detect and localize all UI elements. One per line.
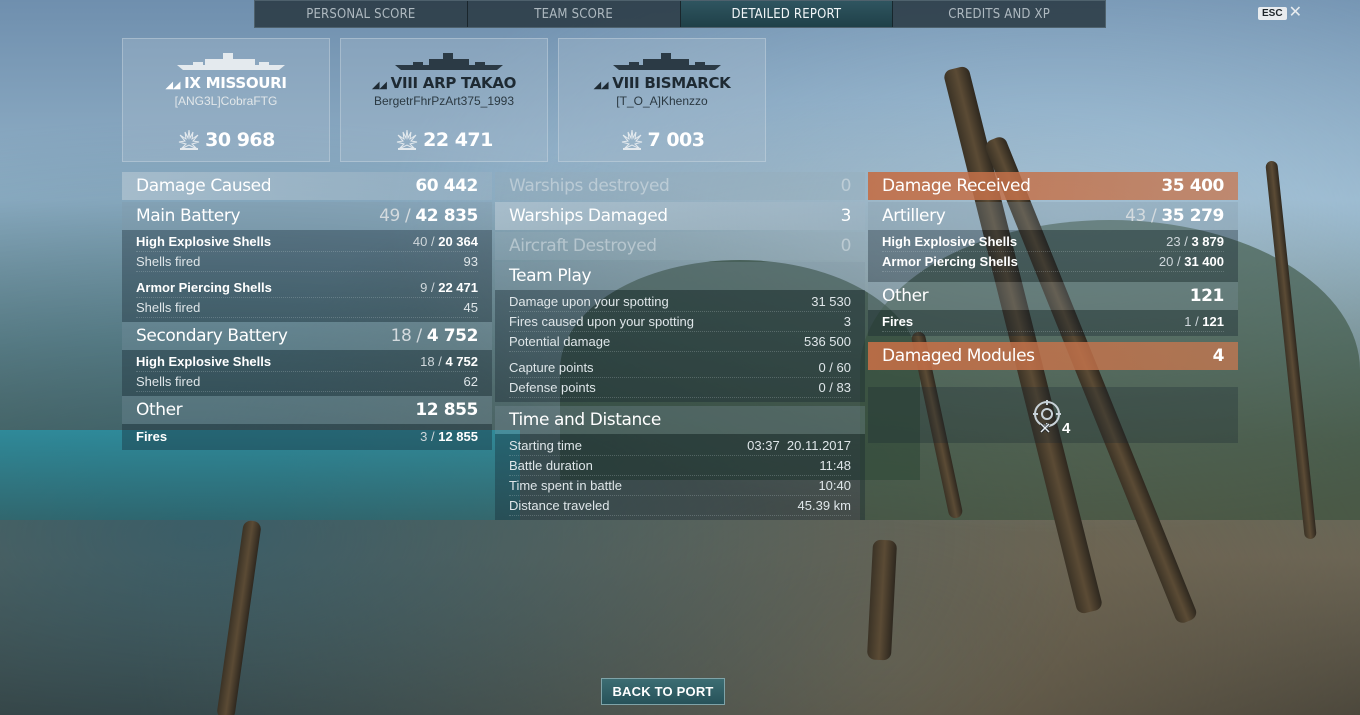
time-distance-details: Starting time 03:37 20.11.2017 Battle dur… bbox=[495, 434, 865, 520]
player-name: [ANG3L]CobraFTG bbox=[174, 94, 278, 108]
stat-row: Armor Piercing Shells 20 / 31 400 bbox=[882, 252, 1224, 272]
damage-received-panel: Damage Received 35 400 Artillery 43 / 35 … bbox=[868, 172, 1238, 370]
stat-row: Damage upon your spotting 31 530 bbox=[509, 292, 851, 312]
stat-row: High Explosive Shells 40 / 20 364 bbox=[136, 232, 478, 252]
stat-row: Starting time 03:37 20.11.2017 bbox=[509, 436, 851, 456]
other-header: Other 12 855 bbox=[122, 396, 492, 424]
close-icon: ✕ bbox=[1288, 4, 1302, 21]
team-play-details: Damage upon your spotting 31 530 Fires ca… bbox=[495, 290, 865, 402]
stat-row: Battle duration 11:48 bbox=[509, 456, 851, 476]
ship-name: ◢◢ IX MISSOURI bbox=[165, 74, 287, 92]
warships-damaged-header: Warships Damaged 3 bbox=[495, 202, 865, 230]
damaged-module-count: 4 bbox=[1062, 420, 1071, 437]
other-received-details: Fires 1 / 121 bbox=[868, 310, 1238, 336]
ship-silhouette-icon bbox=[177, 53, 285, 70]
main-battery-details: High Explosive Shells 40 / 20 364 Shells… bbox=[122, 230, 492, 322]
other-received-header: Other 121 bbox=[868, 282, 1238, 310]
damaged-modules-header: Damaged Modules 4 bbox=[868, 342, 1238, 370]
ship-score: 7 003 bbox=[559, 128, 765, 152]
ship-name: ◢◢ VIII BISMARCK bbox=[593, 74, 731, 92]
damage-burst-icon bbox=[397, 129, 418, 150]
secondary-battery-header: Secondary Battery 18 / 4 752 bbox=[122, 322, 492, 350]
ship-card-1: ◢◢ IX MISSOURI [ANG3L]CobraFTG 30 968 bbox=[122, 38, 330, 162]
stat-row: High Explosive Shells 18 / 4 752 bbox=[136, 352, 478, 372]
tab-credits-and-xp[interactable]: CREDITS AND XP bbox=[893, 1, 1105, 27]
stat-row: Time spent in battle 10:40 bbox=[509, 476, 851, 496]
stat-row: Shells fired 62 bbox=[136, 372, 478, 392]
time-distance-header: Time and Distance bbox=[495, 406, 865, 434]
damaged-module-icon bbox=[1033, 400, 1061, 434]
tab-team-score[interactable]: TEAM SCORE bbox=[468, 1, 681, 27]
tab-bar: PERSONAL SCORE TEAM SCORE DETAILED REPOR… bbox=[254, 0, 1106, 28]
ship-silhouette-icon bbox=[395, 53, 503, 70]
stat-row: Armor Piercing Shells 9 / 22 471 bbox=[136, 278, 478, 298]
warships-destroyed-header: Warships destroyed 0 bbox=[495, 172, 865, 200]
damage-caused-header: Damage Caused 60 442 bbox=[122, 172, 492, 200]
main-battery-header: Main Battery 49 / 42 835 bbox=[122, 202, 492, 230]
secondary-battery-details: High Explosive Shells 18 / 4 752 Shells … bbox=[122, 350, 492, 396]
damage-burst-icon bbox=[621, 129, 642, 150]
damage-received-header: Damage Received 35 400 bbox=[868, 172, 1238, 200]
ship-name: ◢◢ VIII ARP TAKAO bbox=[371, 74, 517, 92]
stat-row: Fires 1 / 121 bbox=[882, 312, 1224, 332]
stat-row: Distance traveled 45.39 km bbox=[509, 496, 851, 516]
stat-row: Shells fired 45 bbox=[136, 298, 478, 318]
player-name: BergetrFhrPzArt375_1993 bbox=[373, 94, 515, 108]
aircraft-destroyed-header: Aircraft Destroyed 0 bbox=[495, 232, 865, 260]
damage-burst-icon bbox=[179, 129, 200, 150]
artillery-details: High Explosive Shells 23 / 3 879 Armor P… bbox=[868, 230, 1238, 282]
summary-panel: Warships destroyed 0 Warships Damaged 3 Ai… bbox=[495, 172, 865, 520]
stat-row: Fires 3 / 12 855 bbox=[136, 428, 478, 444]
team-play-header: Team Play bbox=[495, 262, 865, 290]
esc-key-label: ESC bbox=[1258, 6, 1287, 20]
stat-row: Defense points 0 / 83 bbox=[509, 378, 851, 398]
player-name: [T_O_A]Khenzzo bbox=[616, 94, 708, 108]
stat-row: High Explosive Shells 23 / 3 879 bbox=[882, 232, 1224, 252]
damage-caused-panel: Damage Caused 60 442 Main Battery 49 / 42… bbox=[122, 172, 492, 450]
other-details: Fires 3 / 12 855 bbox=[122, 424, 492, 450]
stat-row: Fires caused upon your spotting 3 bbox=[509, 312, 851, 332]
ship-card-3: ◢◢ VIII BISMARCK [T_O_A]Khenzzo 7 003 bbox=[558, 38, 766, 162]
ship-score: 22 471 bbox=[341, 128, 547, 152]
ship-silhouette-icon bbox=[613, 53, 721, 70]
stat-row: Shells fired 93 bbox=[136, 252, 478, 272]
tab-detailed-report[interactable]: DETAILED REPORT bbox=[680, 1, 894, 27]
stat-row: Capture points 0 / 60 bbox=[509, 358, 851, 378]
ship-score: 30 968 bbox=[123, 128, 329, 152]
tab-personal-score[interactable]: PERSONAL SCORE bbox=[255, 1, 468, 27]
ship-card-2: ◢◢ VIII ARP TAKAO BergetrFhrPzArt375_1993… bbox=[340, 38, 548, 162]
back-to-port-button[interactable]: BACK TO PORT bbox=[601, 678, 725, 705]
close-button[interactable]: ESC ✕ bbox=[1258, 4, 1302, 21]
artillery-header: Artillery 43 / 35 279 bbox=[868, 202, 1238, 230]
stat-row: Potential damage 536 500 bbox=[509, 332, 851, 352]
